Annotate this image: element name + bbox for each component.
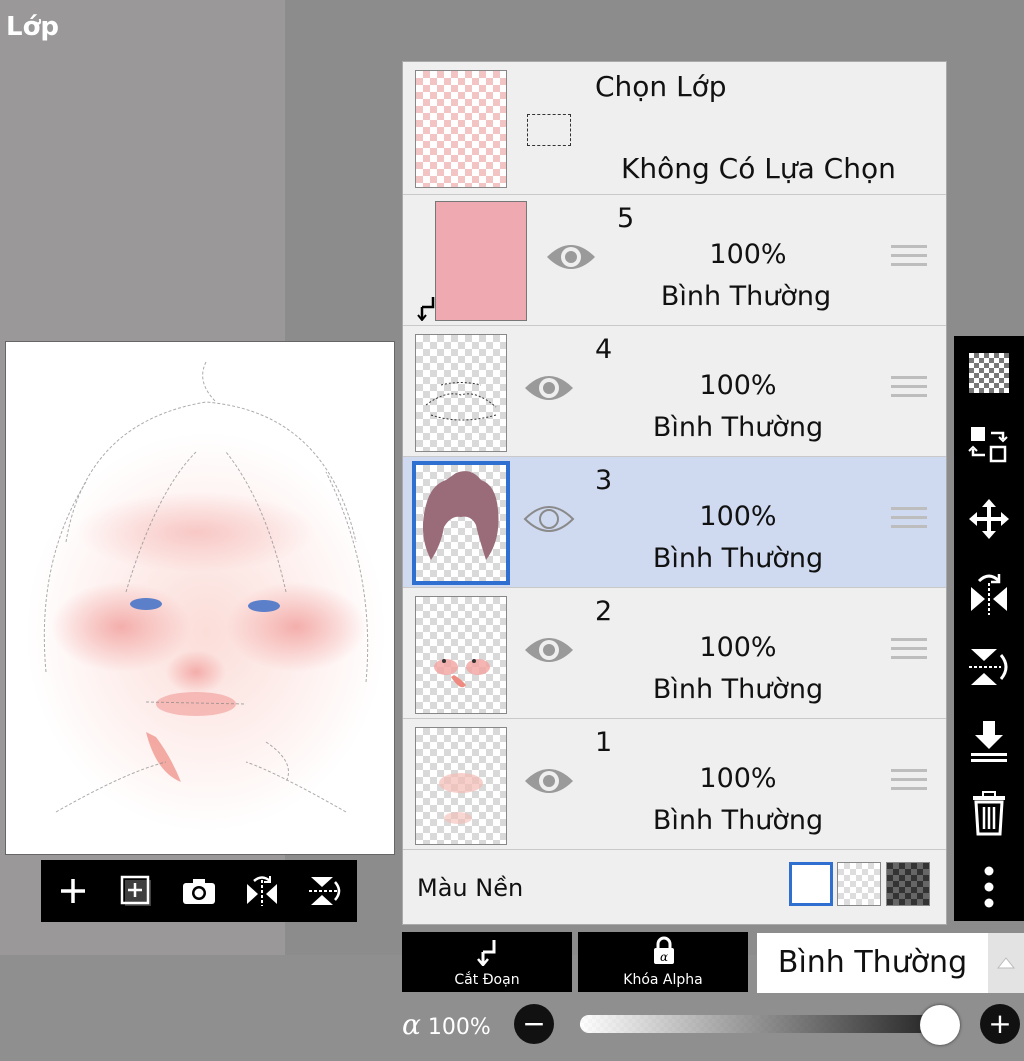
background-color-row: Màu Nền [403, 852, 946, 924]
alpha-symbol: α [402, 1008, 421, 1041]
flip-vertical-icon[interactable] [303, 869, 347, 913]
canvas-preview[interactable] [5, 341, 395, 855]
layer-row-1[interactable]: 1 100% Bình Thường [403, 719, 946, 850]
layer-thumbnail [435, 201, 527, 321]
layer-row-3[interactable]: 3 100% Bình Thường [403, 457, 946, 588]
layer-blend-mode: Bình Thường [652, 674, 824, 705]
layer-row-5[interactable]: 5 100% Bình Thường [403, 195, 946, 326]
opacity-slider-gradient [580, 1015, 940, 1033]
layer-number: 2 [595, 596, 613, 627]
layer-opacity: 100% [699, 632, 777, 663]
more-icon[interactable] [964, 862, 1014, 912]
layer-thumbnail [412, 461, 510, 585]
lock-icon: α [654, 936, 674, 964]
drag-handle-icon[interactable] [891, 507, 927, 537]
layer-blend-mode: Bình Thường [660, 281, 832, 312]
background-color-label: Màu Nền [417, 874, 524, 902]
trash-icon[interactable] [964, 788, 1014, 838]
preview-toolbar [41, 860, 357, 922]
flip-vertical-icon[interactable] [964, 642, 1014, 692]
selection-marquee-icon [527, 114, 571, 146]
camera-icon[interactable] [177, 869, 221, 913]
side-toolbar [954, 336, 1024, 921]
eye-icon[interactable] [523, 761, 575, 801]
selection-title: Chọn Lớp [595, 70, 727, 103]
checker-icon[interactable] [964, 348, 1014, 398]
eye-icon[interactable] [523, 630, 575, 670]
opacity-value: 100% [427, 1015, 491, 1040]
layer-row-4[interactable]: 4 100% Bình Thường [403, 326, 946, 457]
merge-down-icon[interactable] [964, 716, 1014, 766]
layer-blend-mode: Bình Thường [652, 805, 824, 836]
drag-handle-icon[interactable] [891, 769, 927, 799]
background-transparent-swatch[interactable] [837, 862, 881, 906]
alpha-lock-button[interactable]: α Khóa Alpha [578, 932, 748, 992]
blend-mode-select[interactable]: Bình Thường [757, 933, 988, 993]
layer-number: 5 [617, 203, 635, 234]
alpha-lock-label: Khóa Alpha [623, 972, 703, 988]
layer-opacity: 100% [699, 501, 777, 532]
drag-handle-icon[interactable] [891, 376, 927, 406]
background-dark-swatch[interactable] [886, 862, 930, 906]
blend-mode-arrow-icon[interactable] [988, 933, 1024, 993]
opacity-label: α 100% [402, 1008, 491, 1041]
background-white-swatch[interactable] [789, 862, 833, 906]
eye-icon[interactable] [523, 499, 575, 539]
add-layer-copy-icon[interactable] [114, 869, 158, 913]
opacity-slider-knob[interactable] [920, 1005, 960, 1045]
layer-thumbnail [415, 596, 507, 714]
layer-thumbnail [415, 334, 507, 452]
opacity-decrease-button[interactable]: − [514, 1004, 554, 1044]
opacity-increase-button[interactable]: + [980, 1004, 1020, 1044]
artwork-illustration [26, 361, 386, 832]
layer-thumbnail [415, 727, 507, 845]
drag-handle-icon[interactable] [891, 638, 927, 668]
clipping-label: Cắt Đoạn [454, 972, 520, 988]
layer-number: 3 [595, 465, 613, 496]
svg-text:α: α [660, 950, 668, 964]
clip-arrow-icon [417, 297, 435, 321]
clip-arrow-icon [477, 940, 496, 966]
move-icon[interactable] [964, 494, 1014, 544]
eye-icon[interactable] [523, 368, 575, 408]
clipping-button[interactable]: Cắt Đoạn [402, 932, 572, 992]
add-layer-icon[interactable] [51, 869, 95, 913]
selection-thumbnail [415, 70, 507, 188]
drag-handle-icon[interactable] [891, 245, 927, 275]
layer-blend-mode: Bình Thường [652, 412, 824, 443]
transfer-icon[interactable] [964, 420, 1014, 470]
eye-icon[interactable] [545, 237, 597, 277]
layer-panel: Chọn Lớp Không Có Lựa Chọn 5 100% Bình T… [402, 61, 947, 925]
layer-opacity: 100% [709, 239, 787, 270]
selection-layer-row[interactable]: Chọn Lớp Không Có Lựa Chọn [403, 62, 946, 195]
selection-status: Không Có Lựa Chọn [621, 152, 896, 185]
layer-row-2[interactable]: 2 100% Bình Thường [403, 588, 946, 719]
layer-opacity: 100% [699, 370, 777, 401]
flip-horizontal-icon[interactable] [240, 869, 284, 913]
layer-blend-mode: Bình Thường [652, 543, 824, 574]
panel-title: Lớp [6, 12, 60, 42]
layer-number: 1 [595, 727, 613, 758]
layer-number: 4 [595, 334, 613, 365]
layer-opacity: 100% [699, 763, 777, 794]
flip-horizontal-icon[interactable] [964, 568, 1014, 618]
